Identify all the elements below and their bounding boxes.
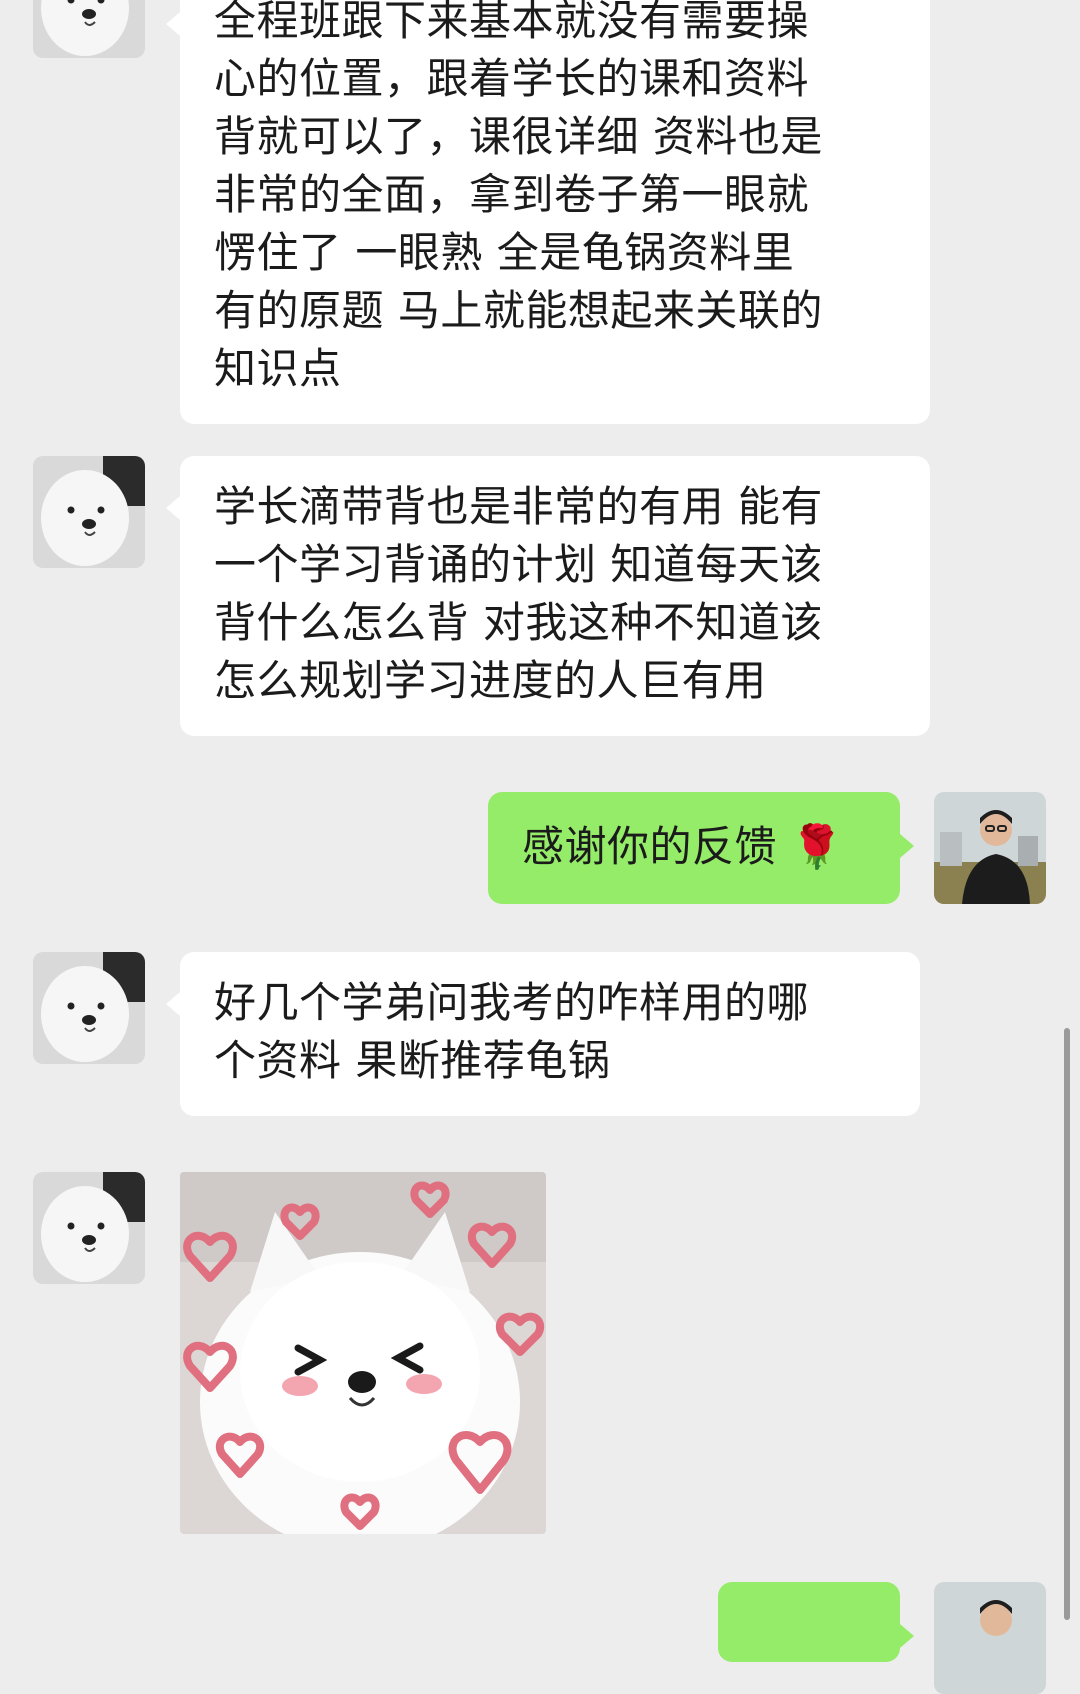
message-text-line: 一个学习背诵的计划 知道每天该 [214,540,823,589]
seal-avatar-icon [33,456,145,568]
message-text-line: 全程班跟下来基本就没有需要操 [214,0,810,45]
message-text-line: 好几个学弟问我考的咋样用的哪 [214,978,810,1027]
chat-message-list[interactable]: 全程班跟下来基本就没有需要操 心的位置，跟着学长的课和资料 背就可以了，课很详细… [0,0,1080,1694]
seal-avatar-icon [33,952,145,1064]
message-text-line: 知识点 [214,344,342,393]
self-avatar[interactable] [934,1582,1046,1694]
contact-avatar[interactable] [33,1172,145,1284]
sticker-message[interactable] [180,1172,546,1534]
message-bubble[interactable]: 学长滴带背也是非常的有用 能有 一个学习背诵的计划 知道每天该 背什么怎么背 对… [166,456,930,736]
contact-avatar[interactable] [33,952,145,1064]
person-photo-avatar-icon [934,1582,1046,1694]
message-text-line: 有的原题 马上就能想起来关联的 [214,286,823,335]
message-bubble[interactable]: 好几个学弟问我考的咋样用的哪 个资料 果断推荐龟锅 [166,952,920,1116]
message-bubble[interactable]: 全程班跟下来基本就没有需要操 心的位置，跟着学长的课和资料 背就可以了，课很详细… [166,0,930,424]
message-text-line: 非常的全面，拿到卷子第一眼就 [214,170,810,219]
contact-avatar[interactable] [33,456,145,568]
seal-avatar-icon [33,1172,145,1284]
message-text-line: 愣住了 一眼熟 全是龟锅资料里 [214,228,795,277]
message-text-line: 学长滴带背也是非常的有用 能有 [214,482,823,531]
message-text-line: 怎么规划学习进度的人巨有用 [214,656,767,705]
message-text-line: 背什么怎么背 对我这种不知道该 [214,598,823,647]
seal-avatar-icon [33,0,145,58]
message-text-line: 背就可以了，课很详细 资料也是 [214,112,823,161]
scrollbar[interactable] [1064,1028,1070,1620]
fluffy-white-dog-with-hearts-sticker [180,1172,546,1534]
self-avatar[interactable] [934,792,1046,904]
contact-avatar[interactable] [33,0,145,58]
person-photo-avatar-icon [934,792,1046,904]
message-bubble-self[interactable] [718,1582,914,1662]
message-bubble-self[interactable]: 感谢你的反馈 🌹 [488,792,914,904]
message-text-line: 个资料 果断推荐龟锅 [214,1036,611,1085]
rose-emoji-icon: 🌹 [790,822,844,871]
message-text-line: 心的位置，跟着学长的课和资料 [214,54,810,103]
message-text: 感谢你的反馈 [522,822,778,871]
